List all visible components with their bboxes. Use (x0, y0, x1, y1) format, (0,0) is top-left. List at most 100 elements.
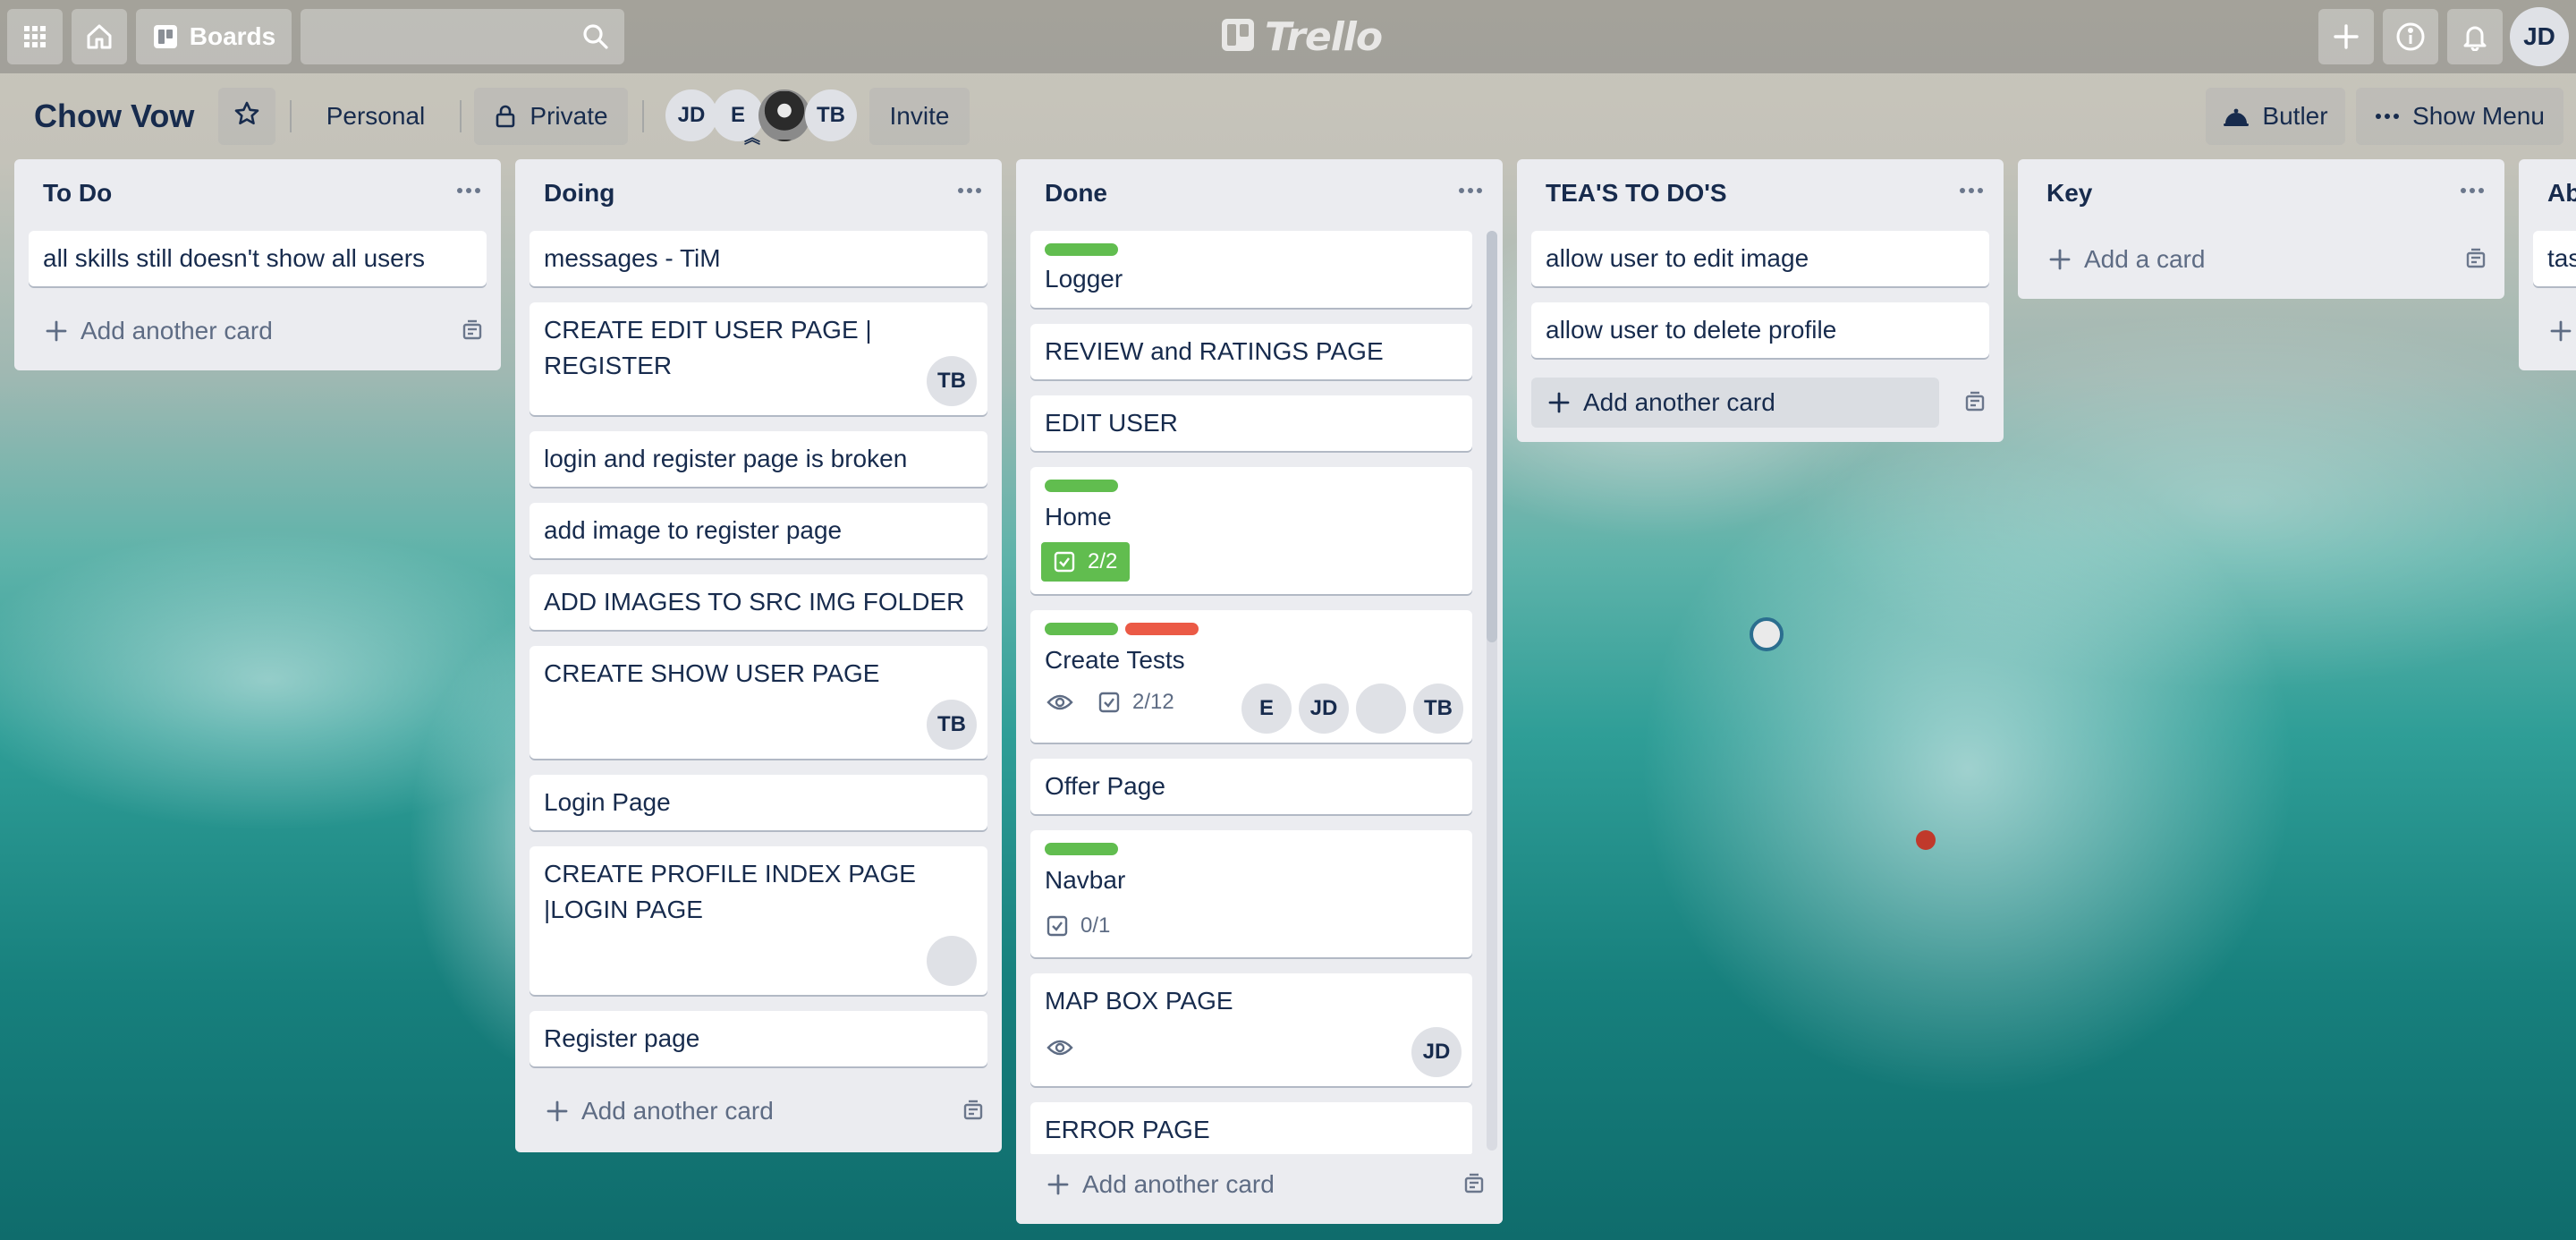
template-icon[interactable] (1962, 390, 1987, 420)
card[interactable]: add image to register page (530, 503, 987, 558)
template-icon[interactable] (1462, 1172, 1487, 1202)
checklist-icon (1054, 551, 1075, 573)
user-avatar[interactable]: JD (2510, 7, 2569, 66)
scrollbar-thumb[interactable] (1487, 231, 1497, 642)
card[interactable]: EDIT USER (1030, 395, 1472, 451)
apps-button[interactable] (7, 9, 63, 64)
add-card-label: Add another card (581, 1097, 774, 1125)
list-title[interactable]: To Do (43, 179, 112, 208)
card-title: CREATE EDIT USER PAGE | REGISTER (544, 316, 872, 379)
card-member-avatar[interactable]: E (1241, 684, 1292, 734)
card-title: CREATE PROFILE INDEX PAGE |LOGIN PAGE (544, 860, 916, 923)
visibility-button[interactable]: Private (474, 88, 628, 145)
card[interactable]: all skills still doesn't show all users (29, 231, 487, 286)
list-menu-ellipsis-icon[interactable] (2460, 183, 2485, 199)
search-box[interactable] (301, 9, 624, 64)
card-member-avatar[interactable]: JD (1411, 1027, 1462, 1077)
label-green[interactable] (1045, 480, 1118, 492)
card[interactable]: Login Page (530, 775, 987, 830)
search-input[interactable] (313, 18, 576, 57)
label-green[interactable] (1045, 243, 1118, 256)
checklist-count: 2/2 (1088, 549, 1118, 573)
plus-icon (2048, 248, 2072, 271)
add-card-label: Add a card (2084, 245, 2206, 273)
list-title[interactable]: Done (1045, 179, 1107, 208)
board-title[interactable]: Chow Vow (34, 93, 194, 140)
list-title[interactable]: Key (2046, 179, 2092, 208)
invite-button[interactable]: Invite (869, 88, 970, 145)
card-member-avatar[interactable]: TB (927, 356, 977, 406)
boards-button[interactable]: Boards (136, 9, 292, 64)
notifications-button[interactable] (2447, 9, 2503, 64)
list-partial: Ab tas (2519, 159, 2576, 370)
card[interactable]: CREATE PROFILE INDEX PAGE |LOGIN PAGE (530, 846, 987, 995)
checklist-count: 2/12 (1132, 690, 1174, 714)
add-card-button[interactable] (2533, 306, 2576, 356)
add-card-button[interactable]: Add a card (2032, 234, 2490, 285)
card[interactable]: Register page (530, 1011, 987, 1066)
card-member-avatar[interactable]: JD (1299, 684, 1349, 734)
card[interactable]: Offer Page (1030, 759, 1472, 814)
search-icon[interactable] (581, 22, 610, 55)
card[interactable]: Navbar 0/1 (1030, 830, 1472, 957)
create-button[interactable] (2318, 9, 2374, 64)
add-card-button[interactable]: Add another card (1030, 1159, 1488, 1210)
card-member-avatar-photo[interactable] (1356, 684, 1406, 734)
plus-icon (2549, 319, 2572, 343)
template-icon[interactable] (2463, 247, 2488, 276)
list-key: Key Add a card (2018, 159, 2504, 299)
card[interactable]: messages - TiM (530, 231, 987, 286)
checklist-count: 0/1 (1080, 913, 1111, 938)
home-icon (85, 22, 114, 51)
card[interactable]: Home 2/2 (1030, 467, 1472, 594)
boards-icon (152, 23, 179, 50)
add-card-button[interactable]: Add another card (29, 306, 487, 356)
card[interactable]: Create Tests 2/12 E JD TB (1030, 610, 1472, 743)
template-icon[interactable] (961, 1099, 986, 1128)
list-menu-ellipsis-icon[interactable] (1458, 183, 1483, 199)
list-menu-ellipsis-icon[interactable] (456, 183, 481, 199)
trello-logo[interactable]: Trello (1220, 13, 1383, 61)
checklist-badge: 2/12 (1098, 689, 1174, 716)
star-icon (233, 100, 260, 133)
member-avatar-photo[interactable] (758, 89, 810, 141)
member-avatar[interactable]: JD (665, 89, 717, 141)
list-title[interactable]: TEA'S TO DO'S (1546, 179, 1727, 208)
label-green[interactable] (1045, 843, 1118, 855)
card[interactable]: allow user to delete profile (1531, 302, 1989, 358)
card-title: Home (1045, 503, 1112, 531)
label-red[interactable] (1125, 623, 1199, 635)
butler-button[interactable]: Butler (2206, 88, 2345, 145)
card[interactable]: ADD IMAGES TO SRC IMG FOLDER (530, 574, 987, 630)
star-button[interactable] (218, 88, 275, 145)
home-button[interactable] (72, 9, 127, 64)
info-button[interactable] (2383, 9, 2438, 64)
card[interactable]: tas (2533, 231, 2576, 286)
card-member-avatar-photo[interactable] (927, 936, 977, 986)
show-menu-button[interactable]: Show Menu (2356, 88, 2563, 145)
label-green[interactable] (1045, 623, 1118, 635)
card-member-avatar[interactable]: TB (927, 700, 977, 750)
card[interactable]: allow user to edit image (1531, 231, 1989, 286)
list-title[interactable]: Doing (544, 179, 614, 208)
card[interactable]: ERROR PAGE (1030, 1102, 1472, 1158)
background-swimmer (1750, 617, 1784, 651)
bell-icon (2461, 22, 2489, 51)
card[interactable]: login and register page is broken (530, 431, 987, 487)
list-menu-ellipsis-icon[interactable] (957, 183, 982, 199)
card[interactable]: Logger (1030, 231, 1472, 308)
card[interactable]: CREATE EDIT USER PAGE | REGISTER TB (530, 302, 987, 415)
list-menu-ellipsis-icon[interactable] (1959, 183, 1984, 199)
card[interactable]: CREATE SHOW USER PAGE TB (530, 646, 987, 759)
card-member-avatar[interactable]: TB (1413, 684, 1463, 734)
logo-text: Trello (1265, 13, 1383, 60)
add-card-button[interactable]: Add another card (1531, 378, 1939, 428)
trello-logo-icon (1220, 17, 1256, 57)
member-avatar[interactable]: TB (805, 89, 857, 141)
add-card-button[interactable]: Add another card (530, 1086, 987, 1136)
card[interactable]: MAP BOX PAGE JD (1030, 973, 1472, 1086)
card[interactable]: REVIEW and RATINGS PAGE (1030, 324, 1472, 379)
list-title[interactable]: Ab (2547, 179, 2576, 208)
template-icon[interactable] (460, 318, 485, 348)
team-button[interactable]: Personal (304, 88, 447, 145)
